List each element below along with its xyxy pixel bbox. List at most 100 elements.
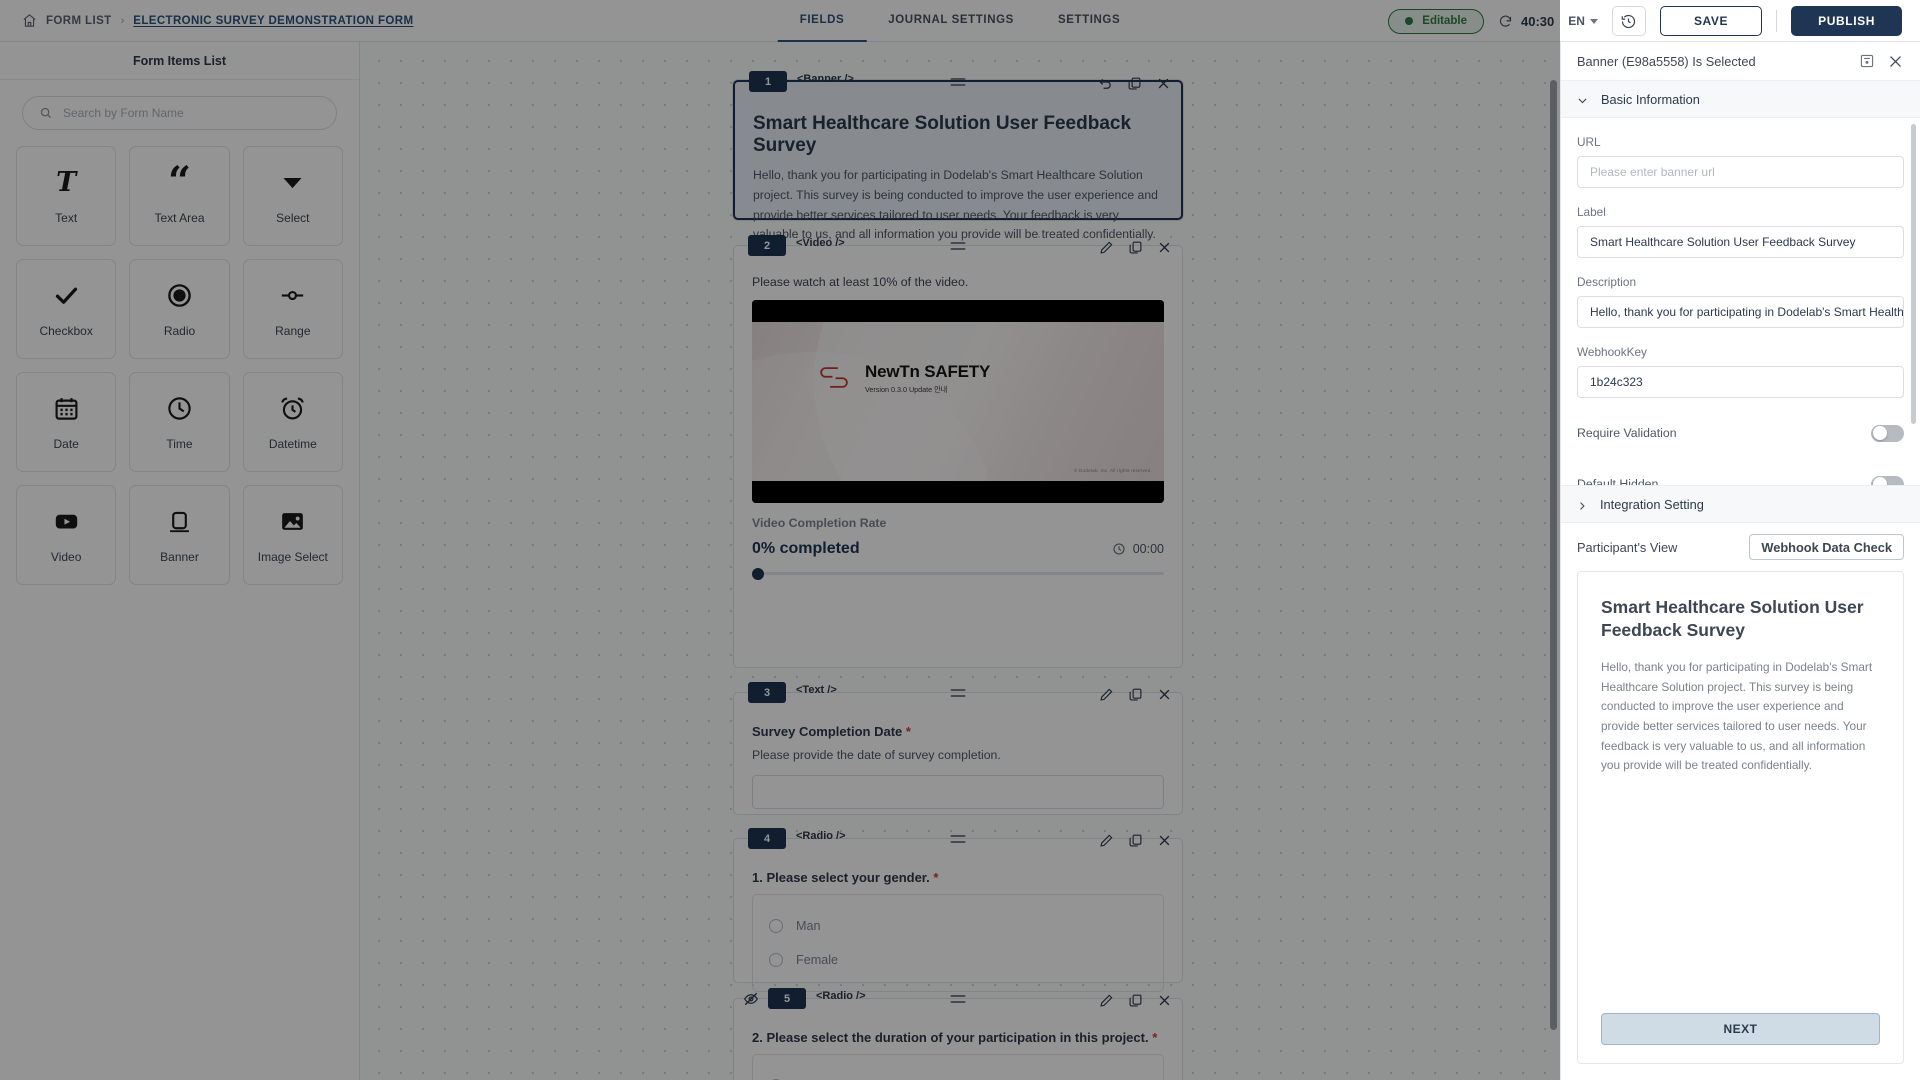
- form-item-label: Text: [55, 210, 78, 225]
- block-number-badge: 4: [748, 828, 786, 849]
- undo-icon[interactable]: [1098, 76, 1113, 91]
- home-icon[interactable]: [22, 13, 37, 28]
- form-item-text-area[interactable]: “ Text Area: [129, 146, 230, 246]
- language-selector[interactable]: EN: [1568, 14, 1598, 28]
- duplicate-icon[interactable]: [1127, 76, 1142, 91]
- form-item-label: Video: [50, 549, 82, 564]
- session-timer: 40:30: [1498, 14, 1554, 29]
- banner-icon: [166, 507, 193, 537]
- next-button[interactable]: NEXT: [1601, 1013, 1880, 1045]
- text-field-input[interactable]: [752, 775, 1164, 809]
- drag-handle[interactable]: [950, 78, 966, 86]
- integration-setting-section-header[interactable]: Integration Setting: [1561, 485, 1920, 523]
- form-item-label: Image Select: [257, 549, 328, 564]
- status-dot-icon: [1405, 17, 1414, 25]
- close-icon[interactable]: [1157, 833, 1172, 848]
- eye-off-icon[interactable]: [743, 991, 759, 1007]
- duplicate-icon[interactable]: [1128, 993, 1143, 1008]
- edit-pencil-icon[interactable]: [1099, 833, 1114, 848]
- video-progress-knob[interactable]: [752, 567, 764, 580]
- video-content: Please watch at least 10% of the video.: [734, 275, 1182, 593]
- block-actions: [1099, 687, 1172, 702]
- publish-button[interactable]: PUBLISH: [1791, 6, 1902, 36]
- participants-view-header: Participant's View Webhook Data Check: [1561, 523, 1920, 571]
- edit-pencil-icon[interactable]: [1099, 687, 1114, 702]
- form-item-banner[interactable]: Banner: [129, 485, 230, 585]
- field-description-label: Description: [1577, 275, 1637, 289]
- url-input[interactable]: Please enter banner url: [1577, 156, 1904, 188]
- save-button[interactable]: SAVE: [1659, 6, 1763, 36]
- form-items-sidebar: Form Items List T Text “ Text Area Selec…: [0, 42, 360, 1080]
- history-button[interactable]: [1611, 6, 1646, 36]
- canvas-block-radio-gender[interactable]: 4 <Radio /> 1. Please select your gender…: [733, 828, 1183, 992]
- drag-handle[interactable]: [950, 689, 966, 697]
- canvas-block-video[interactable]: 2 <Video /> Please watch at least 10% of…: [733, 235, 1183, 668]
- canvas-scrollbar[interactable]: [1550, 80, 1557, 1030]
- language-label: EN: [1568, 14, 1585, 28]
- webhookkey-input[interactable]: 1b24c323: [1577, 366, 1904, 398]
- duplicate-icon[interactable]: [1128, 240, 1143, 255]
- form-item-range[interactable]: Range: [242, 259, 343, 359]
- block-actions: [1098, 76, 1171, 91]
- pin-panel-icon[interactable]: [1859, 53, 1875, 69]
- video-progress-track[interactable]: [752, 567, 1164, 580]
- edit-pencil-icon[interactable]: [1099, 993, 1114, 1008]
- clock-icon: [1113, 543, 1125, 555]
- radio-option[interactable]: Man: [769, 909, 1147, 943]
- drag-handle[interactable]: [950, 242, 966, 250]
- drag-handle[interactable]: [950, 995, 966, 1003]
- radio-option[interactable]: Female: [769, 943, 1147, 977]
- description-input[interactable]: Hello, thank you for participating in Do…: [1577, 296, 1904, 328]
- close-icon[interactable]: [1157, 993, 1172, 1008]
- video-stage: NewTn SAFETY Version 0.3.0 Update 안내 © D…: [752, 322, 1164, 481]
- form-item-text[interactable]: T Text: [16, 146, 117, 246]
- tab-journal-settings[interactable]: JOURNAL SETTINGS: [866, 0, 1036, 42]
- tab-fields[interactable]: FIELDS: [777, 0, 867, 42]
- duplicate-icon[interactable]: [1128, 833, 1143, 848]
- canvas-block-radio-duration[interactable]: 5 <Radio /> 2. Please select the duratio…: [733, 988, 1183, 1080]
- label-input[interactable]: Smart Healthcare Solution User Feedback …: [1577, 226, 1904, 258]
- require-validation-toggle[interactable]: [1871, 424, 1904, 442]
- video-logo-title: NewTn SAFETY: [865, 362, 991, 381]
- question-text: 1. Please select your gender.: [752, 870, 930, 885]
- form-canvas[interactable]: 1 <Banner /> Smart Healthcare Solution U…: [360, 42, 1560, 1080]
- form-item-datetime[interactable]: Datetime: [242, 372, 343, 472]
- search-box[interactable]: [22, 96, 337, 130]
- video-player[interactable]: NewTn SAFETY Version 0.3.0 Update 안내 © D…: [752, 300, 1164, 503]
- panel-scrollbar[interactable]: [1911, 124, 1916, 424]
- sidebar-search-wrap: [0, 80, 359, 140]
- block-number-badge: 5: [768, 988, 806, 1009]
- canvas-block-banner[interactable]: 1 <Banner /> Smart Healthcare Solution U…: [733, 71, 1183, 241]
- edit-pencil-icon[interactable]: [1099, 240, 1114, 255]
- canvas-block-text[interactable]: 3 <Text /> Survey Completion Date * Plea…: [733, 682, 1183, 815]
- webhook-data-check-button[interactable]: Webhook Data Check: [1749, 534, 1904, 560]
- drag-handle[interactable]: [950, 835, 966, 843]
- duplicate-icon[interactable]: [1128, 687, 1143, 702]
- basic-information-section-header[interactable]: Basic Information: [1561, 81, 1920, 118]
- form-item-time[interactable]: Time: [129, 372, 230, 472]
- form-item-image-select[interactable]: Image Select: [242, 485, 343, 585]
- required-marker: *: [1152, 1030, 1158, 1045]
- close-icon[interactable]: [1157, 240, 1172, 255]
- form-item-checkbox[interactable]: Checkbox: [16, 259, 117, 359]
- default-hidden-toggle[interactable]: [1871, 475, 1904, 485]
- refresh-icon[interactable]: [1498, 14, 1513, 29]
- form-items-grid: T Text “ Text Area Select Checkbox Radio…: [0, 140, 359, 601]
- close-icon[interactable]: [1156, 76, 1171, 91]
- tab-settings[interactable]: SETTINGS: [1036, 0, 1142, 42]
- form-item-select[interactable]: Select: [242, 146, 343, 246]
- breadcrumb-current[interactable]: ELECTRONIC SURVEY DEMONSTRATION FORM: [133, 15, 413, 27]
- check-icon: [53, 281, 80, 311]
- close-icon[interactable]: [1887, 53, 1904, 70]
- breadcrumb-root[interactable]: FORM LIST: [46, 15, 112, 27]
- calendar-icon: [53, 394, 80, 424]
- close-icon[interactable]: [1157, 687, 1172, 702]
- default-hidden-row: Default Hidden: [1577, 468, 1904, 485]
- default-hidden-label: Default Hidden: [1577, 477, 1659, 485]
- banner-description: Hello, thank you for participating in Do…: [753, 168, 1158, 242]
- radio-option[interactable]: Less than 1 month: [769, 1069, 1147, 1080]
- search-input[interactable]: [63, 106, 320, 120]
- form-item-radio[interactable]: Radio: [129, 259, 230, 359]
- form-item-date[interactable]: Date: [16, 372, 117, 472]
- form-item-video[interactable]: Video: [16, 485, 117, 585]
